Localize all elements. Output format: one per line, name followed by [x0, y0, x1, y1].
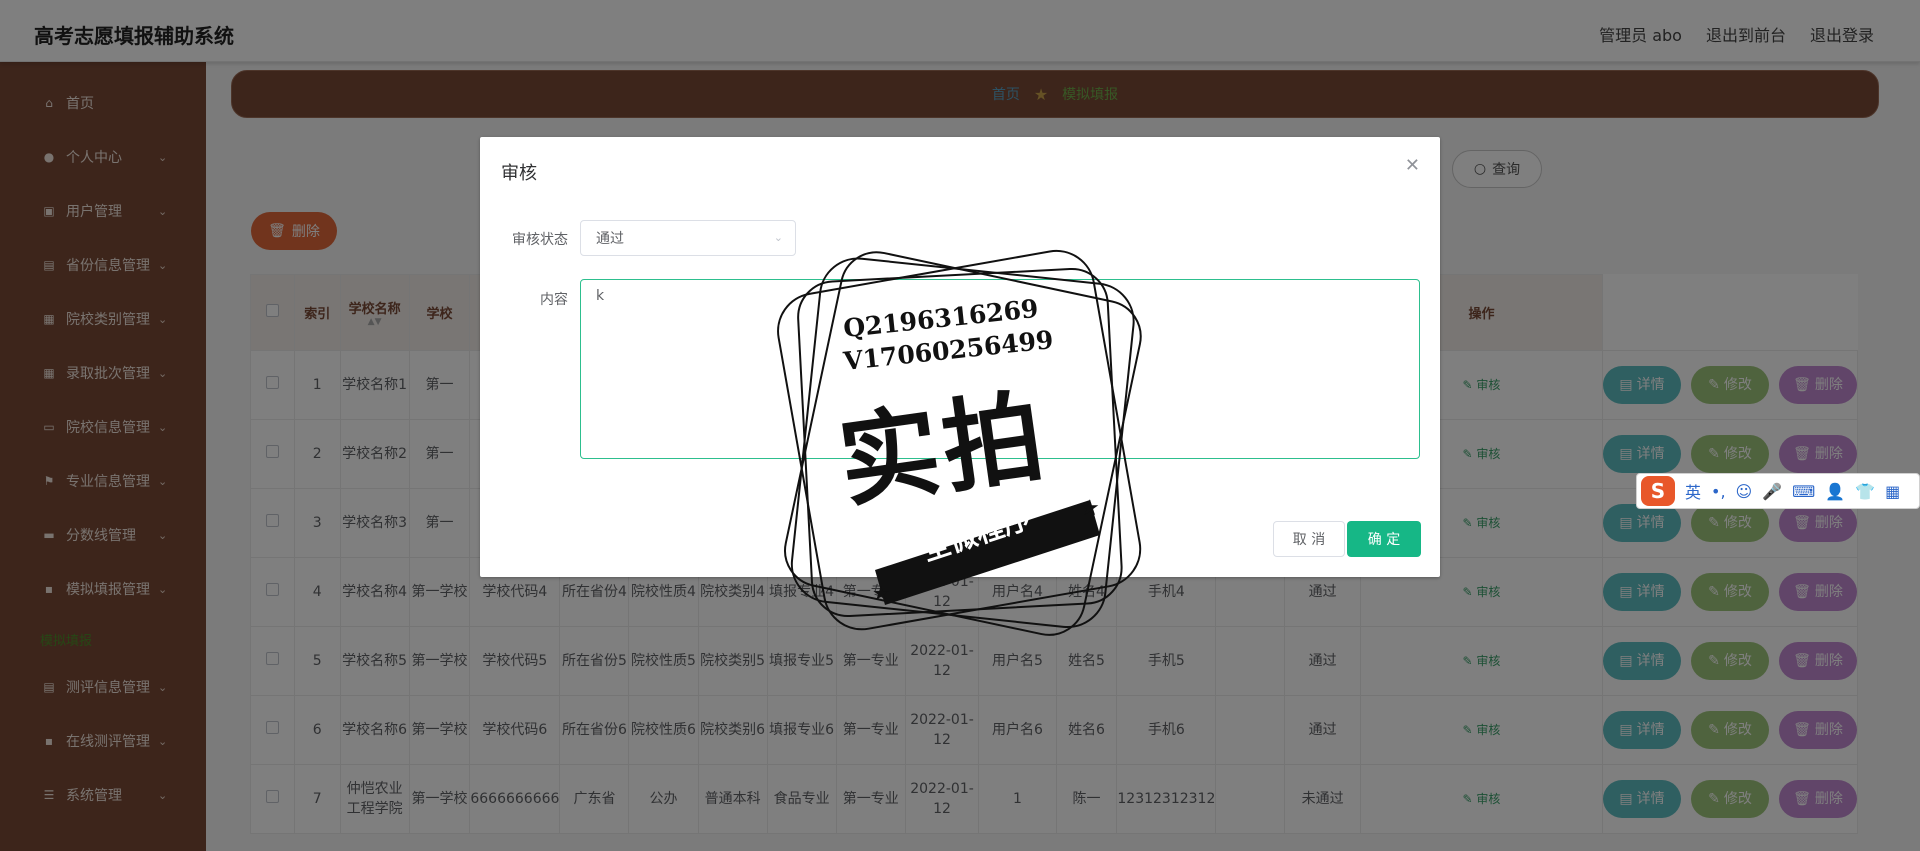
keyboard-icon[interactable]: ⌨ — [1792, 482, 1815, 501]
dialog-title: 审核 — [501, 163, 537, 184]
audit-dialog: 审核 ✕ 审核状态 通过 ⌄ 内容 取 消 确 定 — [480, 137, 1440, 577]
ime-language-toggle[interactable]: 英 — [1685, 479, 1701, 503]
audit-status-select[interactable]: 通过 ⌄ — [580, 220, 796, 256]
apps-icon[interactable]: ▦ — [1885, 482, 1900, 501]
close-icon[interactable]: ✕ — [1405, 155, 1420, 176]
ime-toolbar[interactable]: S 英 •, ☺ 🎤 ⌨ 👤 👕 ▦ — [1636, 473, 1920, 509]
punctuation-icon[interactable]: •, — [1711, 482, 1726, 501]
audit-status-label: 审核状态 — [512, 232, 568, 248]
cancel-button[interactable]: 取 消 — [1273, 521, 1345, 557]
confirm-button[interactable]: 确 定 — [1347, 521, 1421, 557]
content-textarea[interactable] — [580, 279, 1420, 459]
emoji-icon[interactable]: ☺ — [1736, 482, 1753, 501]
chevron-down-icon: ⌄ — [773, 231, 783, 244]
content-label: 内容 — [540, 292, 568, 308]
account-icon[interactable]: 👤 — [1825, 482, 1845, 501]
audit-status-value: 通过 — [596, 231, 624, 247]
microphone-icon[interactable]: 🎤 — [1762, 482, 1782, 501]
skin-icon[interactable]: 👕 — [1855, 482, 1875, 501]
sogou-logo-icon[interactable]: S — [1641, 476, 1675, 506]
